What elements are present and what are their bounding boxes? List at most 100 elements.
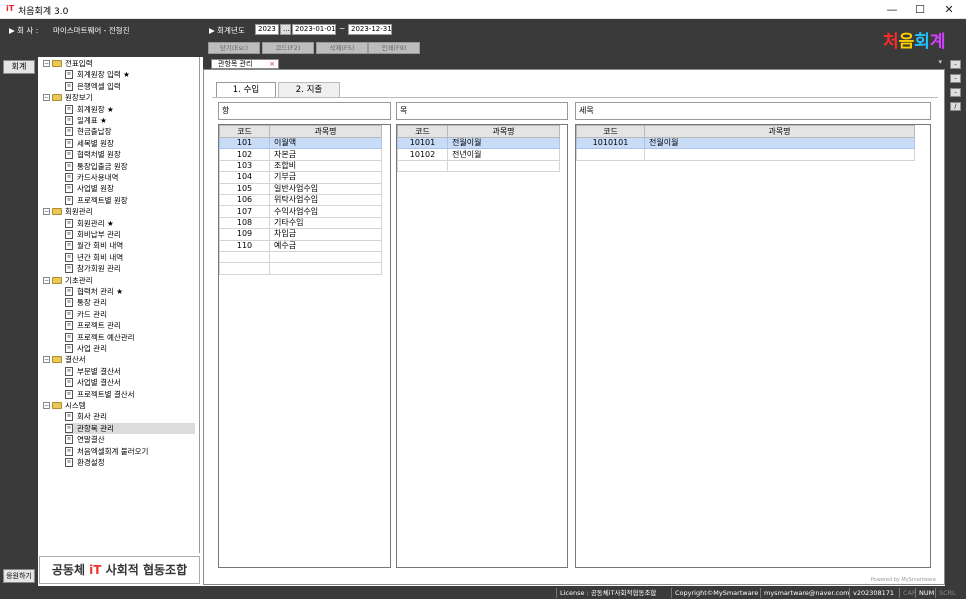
tree-folder[interactable]: − 결산서 — [43, 354, 193, 365]
date-to-input[interactable]: 2023-12-31 — [348, 24, 392, 35]
hang-code-cell[interactable]: 107 — [219, 205, 270, 218]
tree-folder[interactable]: − 시스템 — [43, 400, 193, 411]
maximize-button[interactable]: ☐ — [906, 1, 934, 18]
mok-code-cell[interactable]: 10101 — [397, 136, 448, 150]
tree-item[interactable]: ≡ 프로젝트 예산관리 — [65, 332, 195, 343]
hang-name-cell[interactable] — [269, 262, 382, 275]
tree-item[interactable]: ≡ 처음엑셀회계 불러오기 — [65, 446, 195, 457]
tab-accounting[interactable]: 회계 — [3, 60, 35, 74]
collapse-icon[interactable]: − — [43, 60, 50, 67]
tree-item[interactable]: ≡ 세목별 원장 — [65, 138, 195, 149]
right-tool-button-4[interactable]: / — [950, 102, 961, 111]
semok-name-header[interactable]: 과목명 — [644, 125, 915, 138]
semok-code-header[interactable]: 코드 — [576, 125, 645, 138]
hang-row[interactable] — [219, 262, 382, 275]
tree-item[interactable]: ≡ 회원관리 ★ — [65, 218, 195, 229]
hang-row[interactable]: 101 이월액 — [219, 136, 382, 150]
tree-item[interactable]: ≡ 부문별 결산서 — [65, 366, 195, 377]
mok-row[interactable]: 10101 전월이월 — [397, 136, 560, 150]
mok-code-cell[interactable] — [397, 159, 448, 173]
mok-code-cell[interactable]: 10102 — [397, 148, 448, 161]
collapse-icon[interactable]: − — [43, 356, 50, 364]
hang-code-cell[interactable] — [219, 250, 270, 264]
right-tool-button-3[interactable]: - — [950, 88, 961, 97]
hang-name-cell[interactable]: 조합비 — [269, 159, 382, 173]
tab-close-icon[interactable]: × — [269, 60, 275, 68]
tree-item[interactable]: ≡ 회계원장 입력 ★ — [65, 69, 195, 80]
hang-code-cell[interactable]: 110 — [219, 239, 270, 252]
hang-row[interactable]: 108 기타수입 — [219, 216, 382, 230]
tree-item[interactable]: ≡ 회사 관리 — [65, 411, 195, 422]
hang-code-cell[interactable]: 108 — [219, 216, 270, 230]
close-esc-button[interactable]: 닫기(Esc) — [208, 42, 260, 54]
tree-item[interactable]: ≡ 통장 관리 — [65, 297, 195, 308]
support-button[interactable]: 응원하기 — [3, 569, 35, 583]
right-tool-button-1[interactable]: - — [950, 60, 961, 69]
mok-name-cell[interactable]: 전월이월 — [447, 136, 560, 150]
hang-row[interactable]: 107 수익사업수입 — [219, 205, 382, 218]
tree-item[interactable]: ≡ 참가회원 관리 — [65, 263, 195, 274]
hang-row[interactable]: 104 기부금 — [219, 171, 382, 184]
semok-name-cell[interactable]: 전월이월 — [644, 136, 915, 150]
hang-code-cell[interactable]: 105 — [219, 182, 270, 195]
tree-folder[interactable]: − 기초관리 — [43, 275, 193, 286]
hang-code-cell[interactable]: 102 — [219, 148, 270, 161]
semok-row[interactable] — [576, 148, 915, 161]
date-from-input[interactable]: 2023-01-01 — [292, 24, 336, 35]
hang-code-cell[interactable]: 103 — [219, 159, 270, 173]
fiscal-year-input[interactable]: 2023 — [255, 24, 279, 35]
hang-name-header[interactable]: 과목명 — [269, 125, 382, 138]
tree-item[interactable]: ≡ 카드사용내역 — [65, 172, 195, 183]
mok-row[interactable]: 10102 전년이월 — [397, 148, 560, 161]
tree-item[interactable]: ≡ 일계표 ★ — [65, 115, 195, 126]
tree-item[interactable]: ≡ 프로젝트별 원장 — [65, 195, 195, 206]
tree-item[interactable]: ≡ 관항목 관리 — [65, 422, 195, 434]
collapse-icon[interactable]: − — [43, 402, 50, 409]
minimize-button[interactable]: — — [878, 1, 906, 18]
tab-expense[interactable]: 2. 지출 — [278, 82, 340, 97]
hang-name-cell[interactable]: 위탁사업수입 — [269, 193, 382, 207]
tree-folder[interactable]: − 전표입력 — [43, 58, 193, 69]
hang-row[interactable]: 103 조합비 — [219, 159, 382, 173]
hang-code-cell[interactable]: 109 — [219, 228, 270, 241]
hang-name-cell[interactable]: 예수금 — [269, 239, 382, 252]
hang-code-header[interactable]: 코드 — [219, 125, 270, 138]
tree-item[interactable]: ≡ 회계원장 ★ — [65, 104, 195, 115]
tab-dropdown-icon[interactable]: ▾ — [938, 58, 942, 66]
print-f9-button[interactable]: 인쇄(F9) — [368, 42, 420, 54]
hang-name-cell[interactable]: 차입금 — [269, 228, 382, 241]
tree-item[interactable]: ≡ 환경설정 — [65, 457, 195, 468]
tree-item[interactable]: ≡ 연말결산 — [65, 434, 195, 445]
collapse-icon[interactable]: − — [43, 94, 50, 102]
tree-item[interactable]: ≡ 월간 회비 내역 — [65, 240, 195, 251]
hang-code-cell[interactable]: 101 — [219, 136, 270, 150]
semok-code-cell[interactable]: 1010101 — [576, 136, 645, 150]
mok-name-header[interactable]: 과목명 — [447, 125, 560, 138]
tree-item[interactable]: ≡ 프로젝트 관리 — [65, 320, 195, 331]
hang-name-cell[interactable]: 기타수입 — [269, 216, 382, 230]
tree-item[interactable]: ≡ 회비납부 관리 — [65, 229, 195, 240]
tree-item[interactable]: ≡ 사업 관리 — [65, 343, 195, 354]
tree-item[interactable]: ≡ 사업별 원장 — [65, 183, 195, 194]
mok-name-cell[interactable] — [447, 159, 560, 173]
code-f2-button[interactable]: 코드(F2) — [262, 42, 314, 54]
hang-name-cell[interactable]: 일반사업수입 — [269, 182, 382, 195]
hang-row[interactable] — [219, 250, 382, 264]
close-button[interactable]: ✕ — [935, 1, 963, 18]
hang-code-cell[interactable]: 104 — [219, 171, 270, 184]
collapse-icon[interactable]: − — [43, 276, 50, 284]
tab-income[interactable]: 1. 수입 — [216, 82, 276, 97]
hang-name-cell[interactable]: 기부금 — [269, 171, 382, 184]
mok-code-header[interactable]: 코드 — [397, 125, 448, 138]
tree-folder[interactable]: − 회원관리 — [43, 206, 193, 217]
hang-name-cell[interactable]: 이월액 — [269, 136, 382, 150]
hang-code-cell[interactable]: 106 — [219, 193, 270, 207]
hang-name-cell[interactable]: 자본금 — [269, 148, 382, 161]
hang-row[interactable]: 106 위탁사업수입 — [219, 193, 382, 207]
delete-f5-button[interactable]: 삭제(F5) — [316, 42, 368, 54]
collapse-icon[interactable]: − — [43, 208, 50, 216]
tree-item[interactable]: ≡ 카드 관리 — [65, 309, 195, 320]
semok-code-cell[interactable] — [576, 148, 645, 161]
tree-item[interactable]: ≡ 은행엑셀 입력 — [65, 81, 195, 92]
tree-item[interactable]: ≡ 년간 회비 내역 — [65, 252, 195, 263]
